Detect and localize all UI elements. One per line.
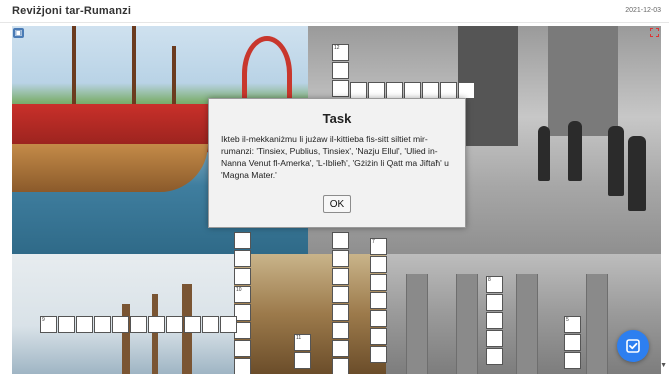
crossword-cell[interactable] bbox=[404, 82, 421, 99]
crossword-cell[interactable] bbox=[332, 268, 349, 285]
crossword-cell[interactable] bbox=[332, 322, 349, 339]
crossword-cell[interactable] bbox=[370, 346, 387, 363]
crossword-cell[interactable] bbox=[370, 274, 387, 291]
crossword-cell[interactable] bbox=[370, 256, 387, 273]
crossword-cell[interactable] bbox=[130, 316, 147, 333]
crossword-cell[interactable] bbox=[368, 82, 385, 99]
crossword-cell[interactable] bbox=[58, 316, 75, 333]
crossword-cell[interactable] bbox=[220, 316, 237, 333]
clue-number: 5 bbox=[566, 317, 569, 323]
crossword-cell[interactable] bbox=[332, 232, 349, 249]
crossword-cell[interactable] bbox=[458, 82, 475, 99]
crossword-cell[interactable] bbox=[234, 250, 251, 267]
crossword-cell[interactable]: 5 bbox=[564, 316, 581, 333]
crossword-cell[interactable] bbox=[184, 316, 201, 333]
crossword-cell[interactable] bbox=[166, 316, 183, 333]
crossword-cell[interactable] bbox=[370, 328, 387, 345]
check-icon bbox=[626, 339, 640, 353]
crossword-cell[interactable] bbox=[332, 304, 349, 321]
image-icon[interactable]: ▣ bbox=[13, 28, 24, 38]
crossword-cell[interactable]: 11 bbox=[294, 334, 311, 351]
crossword-cell[interactable] bbox=[234, 268, 251, 285]
dialog-title: Task bbox=[322, 111, 352, 126]
crossword-cell[interactable] bbox=[370, 310, 387, 327]
clue-number: 10 bbox=[236, 287, 242, 293]
crossword-cell[interactable] bbox=[564, 334, 581, 351]
crossword-cell[interactable]: 8 bbox=[486, 276, 503, 293]
check-answers-button[interactable] bbox=[617, 330, 649, 362]
ok-button[interactable]: OK bbox=[323, 195, 351, 213]
crossword-cell[interactable] bbox=[234, 358, 251, 374]
dialog-body: Ikteb il-mekkaniżmu li jużaw il-kittieba… bbox=[221, 134, 449, 180]
crossword-cell[interactable]: 7 bbox=[370, 238, 387, 255]
crossword-cell[interactable] bbox=[422, 82, 439, 99]
scroll-down-icon[interactable]: ▼ bbox=[660, 362, 667, 369]
crossword-cell[interactable] bbox=[332, 358, 349, 374]
date-label: 2021-12-03 bbox=[625, 7, 661, 14]
crossword-cell[interactable] bbox=[332, 62, 349, 79]
crossword-cell[interactable] bbox=[94, 316, 111, 333]
clue-number: 11 bbox=[296, 335, 302, 341]
crossword-cell[interactable] bbox=[234, 232, 251, 249]
crossword-cell[interactable] bbox=[486, 330, 503, 347]
crossword-cell[interactable] bbox=[202, 316, 219, 333]
crossword-cell[interactable] bbox=[486, 312, 503, 329]
clue-number: 7 bbox=[372, 239, 375, 245]
crossword-cell[interactable] bbox=[112, 316, 129, 333]
task-dialog: Task Ikteb il-mekkaniżmu li jużaw il-kit… bbox=[208, 98, 466, 228]
crossword-cell[interactable] bbox=[332, 250, 349, 267]
crossword-cell[interactable] bbox=[332, 80, 349, 97]
crossword-cell[interactable]: 10 bbox=[234, 286, 251, 303]
clue-number: 9 bbox=[42, 317, 45, 323]
harbour-painting-image bbox=[12, 254, 234, 374]
clue-number: 8 bbox=[488, 277, 491, 283]
crossword-cell[interactable] bbox=[148, 316, 165, 333]
crossword-cell[interactable] bbox=[350, 82, 367, 99]
crossword-cell[interactable] bbox=[332, 286, 349, 303]
crossword-cell[interactable]: 12 bbox=[332, 44, 349, 61]
crossword-cell[interactable] bbox=[386, 82, 403, 99]
crossword-cell[interactable] bbox=[234, 340, 251, 357]
app-header: Reviżjoni tar-Rumanzi 2021-12-03 bbox=[0, 0, 669, 23]
crossword-cell[interactable] bbox=[486, 348, 503, 365]
crossword-cell[interactable]: 9 bbox=[40, 316, 57, 333]
clue-number: 12 bbox=[334, 45, 340, 51]
crossword-cell[interactable] bbox=[294, 352, 311, 369]
crossword-cell[interactable] bbox=[564, 352, 581, 369]
crossword-cell[interactable] bbox=[370, 292, 387, 309]
app-title: Reviżjoni tar-Rumanzi bbox=[12, 5, 132, 17]
crossword-cell[interactable] bbox=[440, 82, 457, 99]
crossword-cell[interactable] bbox=[332, 340, 349, 357]
crossword-cell[interactable] bbox=[76, 316, 93, 333]
fullscreen-icon[interactable] bbox=[650, 28, 659, 37]
crossword-cell[interactable] bbox=[486, 294, 503, 311]
